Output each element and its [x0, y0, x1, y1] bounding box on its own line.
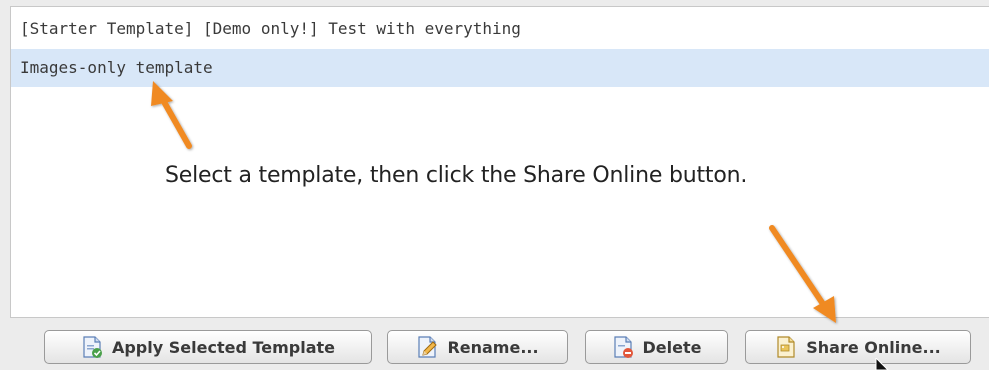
- template-list[interactable]: [Starter Template] [Demo only!] Test wit…: [10, 6, 989, 318]
- rename-pencil-icon: [416, 335, 438, 359]
- instruction-caption: Select a template, then click the Share …: [165, 163, 748, 188]
- apply-button-label: Apply Selected Template: [111, 337, 336, 357]
- share-online-icon: [775, 335, 797, 359]
- rename-button[interactable]: Rename...: [387, 330, 568, 364]
- mouse-pointer-icon: [875, 358, 889, 370]
- delete-button[interactable]: Delete: [585, 330, 728, 364]
- share-button-label: Share Online...: [806, 337, 941, 357]
- rename-button-label: Rename...: [447, 337, 539, 357]
- delete-document-icon: [612, 335, 634, 359]
- template-list-item[interactable]: [Starter Template] [Demo only!] Test wit…: [11, 10, 989, 48]
- share-online-button[interactable]: Share Online...: [745, 330, 971, 364]
- apply-template-icon: [81, 335, 103, 359]
- delete-button-label: Delete: [642, 337, 702, 357]
- apply-selected-template-button[interactable]: Apply Selected Template: [44, 330, 372, 364]
- template-list-item-selected[interactable]: Images-only template: [11, 49, 989, 87]
